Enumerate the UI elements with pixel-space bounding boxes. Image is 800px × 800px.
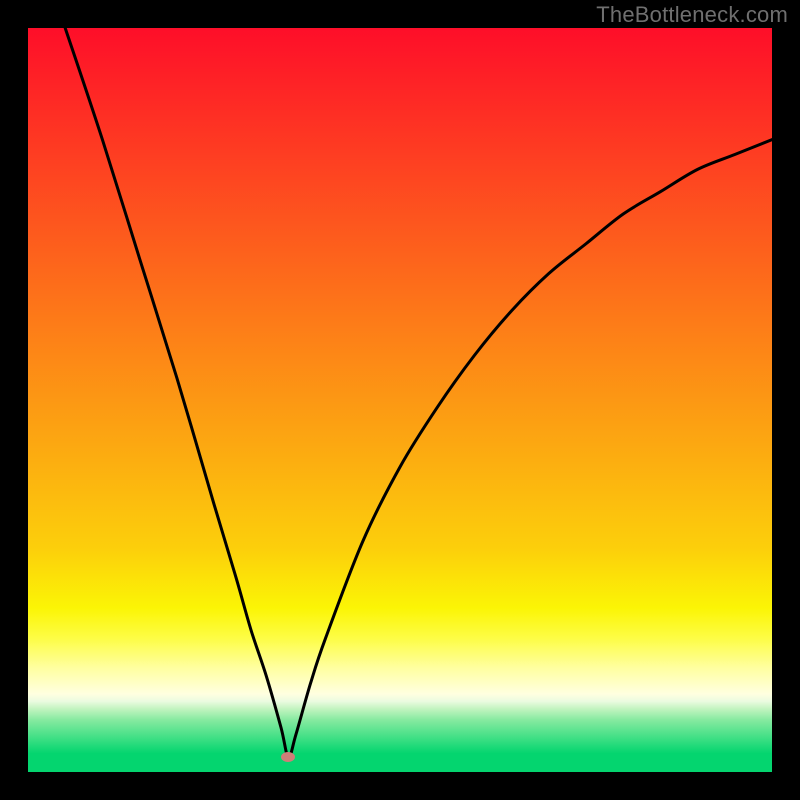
optimal-point-marker <box>281 752 295 762</box>
watermark-text: TheBottleneck.com <box>596 2 788 28</box>
plot-area <box>28 28 772 772</box>
bottleneck-curve <box>28 28 772 772</box>
